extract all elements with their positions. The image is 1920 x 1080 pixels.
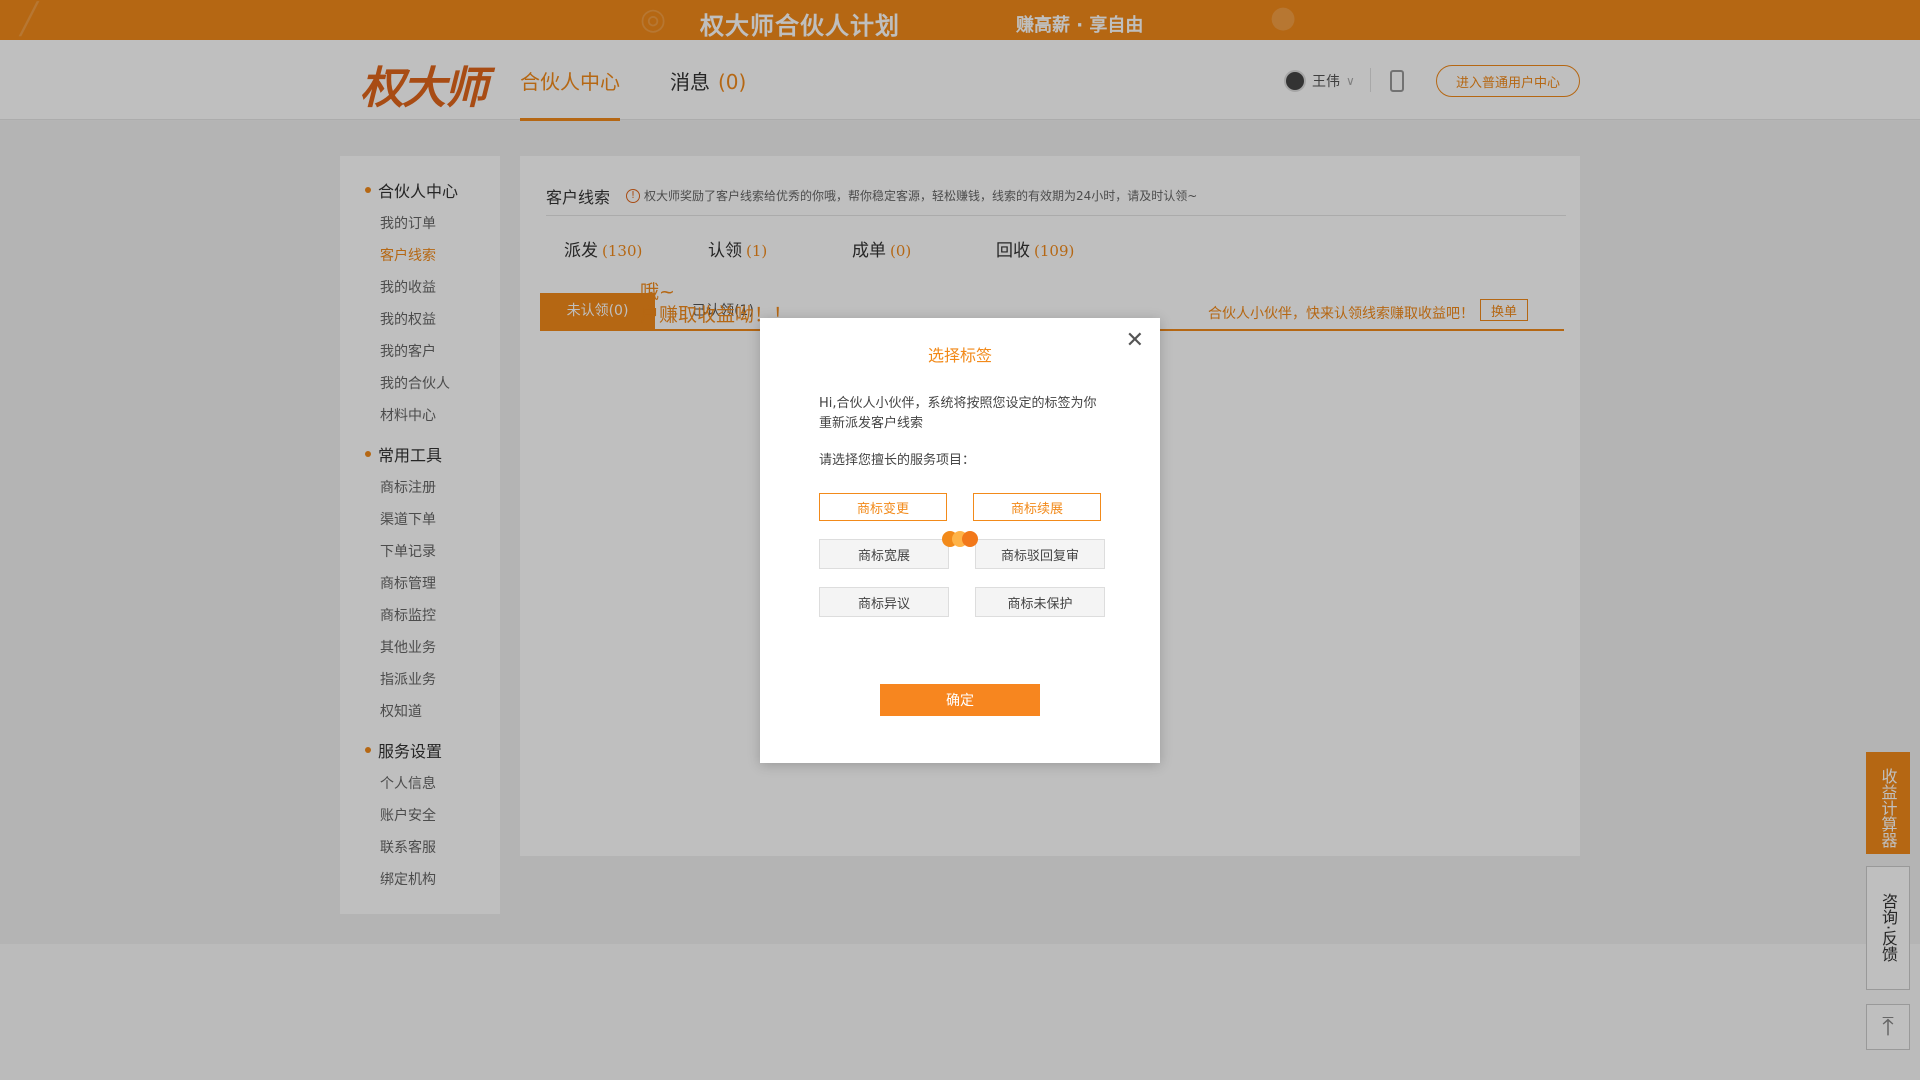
dialog-title: 选择标签 [927,346,992,365]
tag-trademark-unprotected[interactable]: 商标未保护 [975,587,1105,617]
tag-trademark-change[interactable]: 商标变更 [819,493,947,521]
loading-dots-icon [942,531,978,547]
tag-trademark-renewal[interactable]: 商标续展 [973,493,1101,521]
tag-trademark-opposition[interactable]: 商标异议 [819,587,949,617]
tag-trademark-rejection-review[interactable]: 商标驳回复审 [975,539,1105,569]
tag-trademark-grace-renewal[interactable]: 商标宽展 [819,539,949,569]
select-tags-dialog: ✕ 选择标签 Hi,合伙人小伙伴，系统将按照您设定的标签为你重新派发客户线索 请… [760,318,1160,763]
confirm-button[interactable]: 确定 [880,684,1040,716]
loading-dot [962,531,978,547]
dialog-prompt: 请选择您擅长的服务项目： [819,453,976,468]
dialog-intro: Hi,合伙人小伙伴，系统将按照您设定的标签为你重新派发客户线索 [819,396,1097,431]
